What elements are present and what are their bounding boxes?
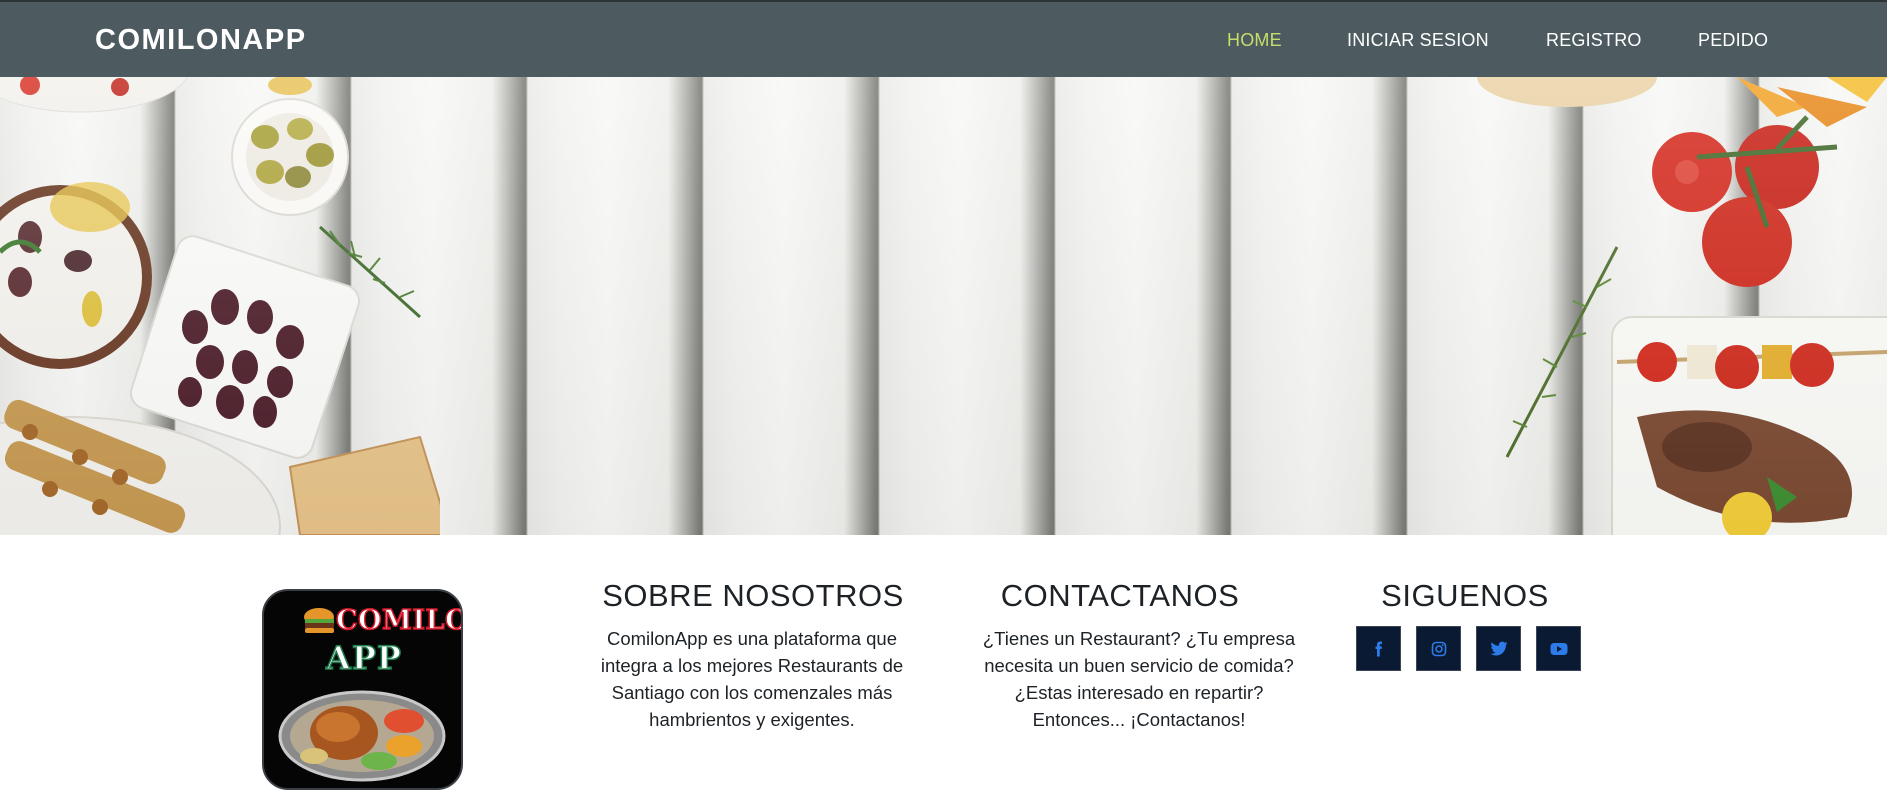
hero-banner-image xyxy=(0,77,1887,535)
twitter-button[interactable] xyxy=(1476,626,1521,671)
nav-link-iniciar-sesion[interactable]: INICIAR SESION xyxy=(1347,30,1489,51)
burger-icon xyxy=(304,608,334,633)
logo-title-line2: APP xyxy=(325,638,402,678)
food-decoration-right xyxy=(1477,77,1887,535)
about-title: SOBRE NOSOTROS xyxy=(602,578,904,613)
logo-title-line1: COMILON xyxy=(335,604,461,637)
contact-text: ¿Tienes un Restaurant? ¿Tu empresa neces… xyxy=(982,628,1296,730)
about-text: ComilonApp es una plataforma que integra… xyxy=(600,628,904,730)
youtube-button[interactable] xyxy=(1536,626,1581,671)
food-decoration-left xyxy=(0,77,440,535)
nav-link-registro[interactable]: REGISTRO xyxy=(1546,30,1642,51)
brand-logo-text[interactable]: COMILONAPP xyxy=(95,24,307,57)
navbar: COMILONAPP HOME INICIAR SESION REGISTRO … xyxy=(0,0,1887,77)
twitter-icon xyxy=(1490,641,1507,655)
facebook-button[interactable] xyxy=(1356,626,1401,671)
contact-title: CONTACTANOS xyxy=(1000,578,1240,613)
instagram-icon xyxy=(1431,641,1446,656)
youtube-icon xyxy=(1550,642,1567,655)
nav-link-home[interactable]: HOME xyxy=(1227,30,1282,51)
comilonapp-logo: COMILON APP xyxy=(262,589,463,790)
instagram-button[interactable] xyxy=(1416,626,1461,671)
nav-link-pedido[interactable]: PEDIDO xyxy=(1698,30,1768,51)
facebook-icon xyxy=(1375,641,1382,656)
follow-title: SIGUENOS xyxy=(1381,578,1549,613)
